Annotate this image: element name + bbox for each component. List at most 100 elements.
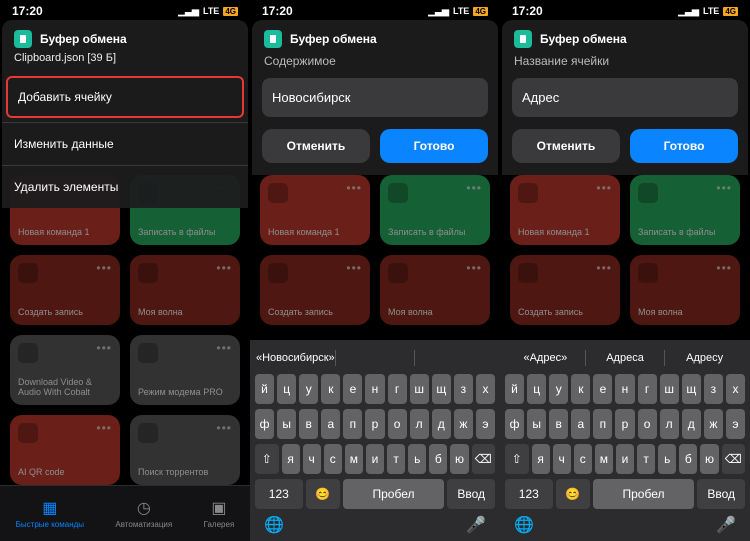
letter-key[interactable]: я xyxy=(282,444,300,474)
letter-key[interactable]: ь xyxy=(408,444,426,474)
letter-key[interactable]: р xyxy=(365,409,384,439)
letter-key[interactable]: щ xyxy=(682,374,701,404)
backspace-key[interactable]: ⌫ xyxy=(722,444,746,474)
letter-key[interactable]: л xyxy=(660,409,679,439)
letter-key[interactable]: у xyxy=(549,374,568,404)
letter-key[interactable]: и xyxy=(616,444,634,474)
backspace-key[interactable]: ⌫ xyxy=(472,444,496,474)
menu-edit-data[interactable]: Изменить данные xyxy=(2,122,248,165)
letter-key[interactable]: о xyxy=(388,409,407,439)
letter-key[interactable]: м xyxy=(595,444,613,474)
shortcut-tile[interactable]: •••Создать запись xyxy=(10,255,120,325)
shortcut-tile[interactable]: •••Создать запись xyxy=(260,255,370,325)
menu-add-cell[interactable]: Добавить ячейку xyxy=(6,76,244,118)
shortcut-tile[interactable]: •••Новая команда 1 xyxy=(260,175,370,245)
letter-key[interactable]: м xyxy=(345,444,363,474)
done-button[interactable]: Готово xyxy=(380,129,488,163)
letter-key[interactable]: в xyxy=(549,409,568,439)
shortcut-tile[interactable]: •••AI QR code xyxy=(10,415,120,485)
shortcut-tile[interactable]: •••Поиск торрентов xyxy=(130,415,240,485)
letter-key[interactable]: п xyxy=(343,409,362,439)
letter-key[interactable]: н xyxy=(615,374,634,404)
cancel-button[interactable]: Отменить xyxy=(262,129,370,163)
shortcut-tile[interactable]: •••Моя волна xyxy=(130,255,240,325)
letter-key[interactable]: з xyxy=(704,374,723,404)
letter-key[interactable]: д xyxy=(682,409,701,439)
letter-key[interactable]: а xyxy=(571,409,590,439)
emoji-key[interactable]: 😊 xyxy=(556,479,590,509)
shortcut-tile[interactable]: •••Моя волна xyxy=(630,255,740,325)
content-input[interactable] xyxy=(262,78,488,117)
letter-key[interactable]: ф xyxy=(255,409,274,439)
letter-key[interactable]: г xyxy=(638,374,657,404)
letter-key[interactable]: ж xyxy=(704,409,723,439)
globe-icon[interactable]: 🌐 xyxy=(514,515,534,535)
letter-key[interactable]: и xyxy=(366,444,384,474)
shortcut-tile[interactable]: •••Моя волна xyxy=(380,255,490,325)
letter-key[interactable]: х xyxy=(476,374,495,404)
letter-key[interactable]: ж xyxy=(454,409,473,439)
letter-key[interactable]: ч xyxy=(303,444,321,474)
letter-key[interactable]: н xyxy=(365,374,384,404)
letter-key[interactable]: щ xyxy=(432,374,451,404)
shortcut-tile[interactable]: •••Записать в файлы xyxy=(630,175,740,245)
letter-key[interactable]: й xyxy=(505,374,524,404)
suggestion[interactable] xyxy=(336,350,416,366)
name-input[interactable] xyxy=(512,78,738,117)
letter-key[interactable]: с xyxy=(574,444,592,474)
letter-key[interactable]: э xyxy=(726,409,745,439)
letter-key[interactable]: ф xyxy=(505,409,524,439)
letter-key[interactable]: б xyxy=(679,444,697,474)
shortcut-tile[interactable]: •••Записать в файлы xyxy=(380,175,490,245)
tab-automation[interactable]: ◷Автоматизация xyxy=(115,498,172,529)
space-key[interactable]: Пробел xyxy=(343,479,445,509)
letter-key[interactable]: е xyxy=(343,374,362,404)
tab-shortcuts[interactable]: ▦Быстрые команды xyxy=(16,498,84,529)
letter-key[interactable]: е xyxy=(593,374,612,404)
cancel-button[interactable]: Отменить xyxy=(512,129,620,163)
letter-key[interactable]: я xyxy=(532,444,550,474)
letter-key[interactable]: б xyxy=(429,444,447,474)
letter-key[interactable]: к xyxy=(321,374,340,404)
shift-key[interactable]: ⇧ xyxy=(505,444,529,474)
mic-icon[interactable]: 🎤 xyxy=(466,515,486,535)
letter-key[interactable]: з xyxy=(454,374,473,404)
letter-key[interactable]: ш xyxy=(660,374,679,404)
enter-key[interactable]: Ввод xyxy=(447,479,495,509)
letter-key[interactable]: у xyxy=(299,374,318,404)
suggestion[interactable]: Адреса xyxy=(586,350,666,366)
letter-key[interactable]: а xyxy=(321,409,340,439)
globe-icon[interactable]: 🌐 xyxy=(264,515,284,535)
letter-key[interactable]: г xyxy=(388,374,407,404)
letter-key[interactable]: т xyxy=(387,444,405,474)
letter-key[interactable]: ь xyxy=(658,444,676,474)
suggestion[interactable]: Адресу xyxy=(665,350,744,366)
letter-key[interactable]: ц xyxy=(277,374,296,404)
letter-key[interactable]: д xyxy=(432,409,451,439)
letter-key[interactable]: р xyxy=(615,409,634,439)
menu-delete-elements[interactable]: Удалить элементы xyxy=(2,165,248,208)
shortcut-tile[interactable]: •••Новая команда 1 xyxy=(510,175,620,245)
done-button[interactable]: Готово xyxy=(630,129,738,163)
letter-key[interactable]: х xyxy=(726,374,745,404)
letter-key[interactable]: ы xyxy=(527,409,546,439)
shortcut-tile[interactable]: •••Режим модема PRO xyxy=(130,335,240,405)
shortcut-tile[interactable]: •••Download Video & Audio With Cobalt xyxy=(10,335,120,405)
letter-key[interactable]: в xyxy=(299,409,318,439)
tab-gallery[interactable]: ▣Галерея xyxy=(204,498,235,529)
letter-key[interactable]: ц xyxy=(527,374,546,404)
letter-key[interactable]: ш xyxy=(410,374,429,404)
letter-key[interactable]: с xyxy=(324,444,342,474)
letter-key[interactable]: ю xyxy=(700,444,718,474)
letter-key[interactable]: ю xyxy=(450,444,468,474)
enter-key[interactable]: Ввод xyxy=(697,479,745,509)
shortcut-tile[interactable]: •••Создать запись xyxy=(510,255,620,325)
letter-key[interactable]: л xyxy=(410,409,429,439)
letter-key[interactable]: ч xyxy=(553,444,571,474)
numeric-key[interactable]: 123 xyxy=(505,479,553,509)
suggestion[interactable]: «Адрес» xyxy=(506,350,586,366)
numeric-key[interactable]: 123 xyxy=(255,479,303,509)
letter-key[interactable]: т xyxy=(637,444,655,474)
letter-key[interactable]: й xyxy=(255,374,274,404)
mic-icon[interactable]: 🎤 xyxy=(716,515,736,535)
